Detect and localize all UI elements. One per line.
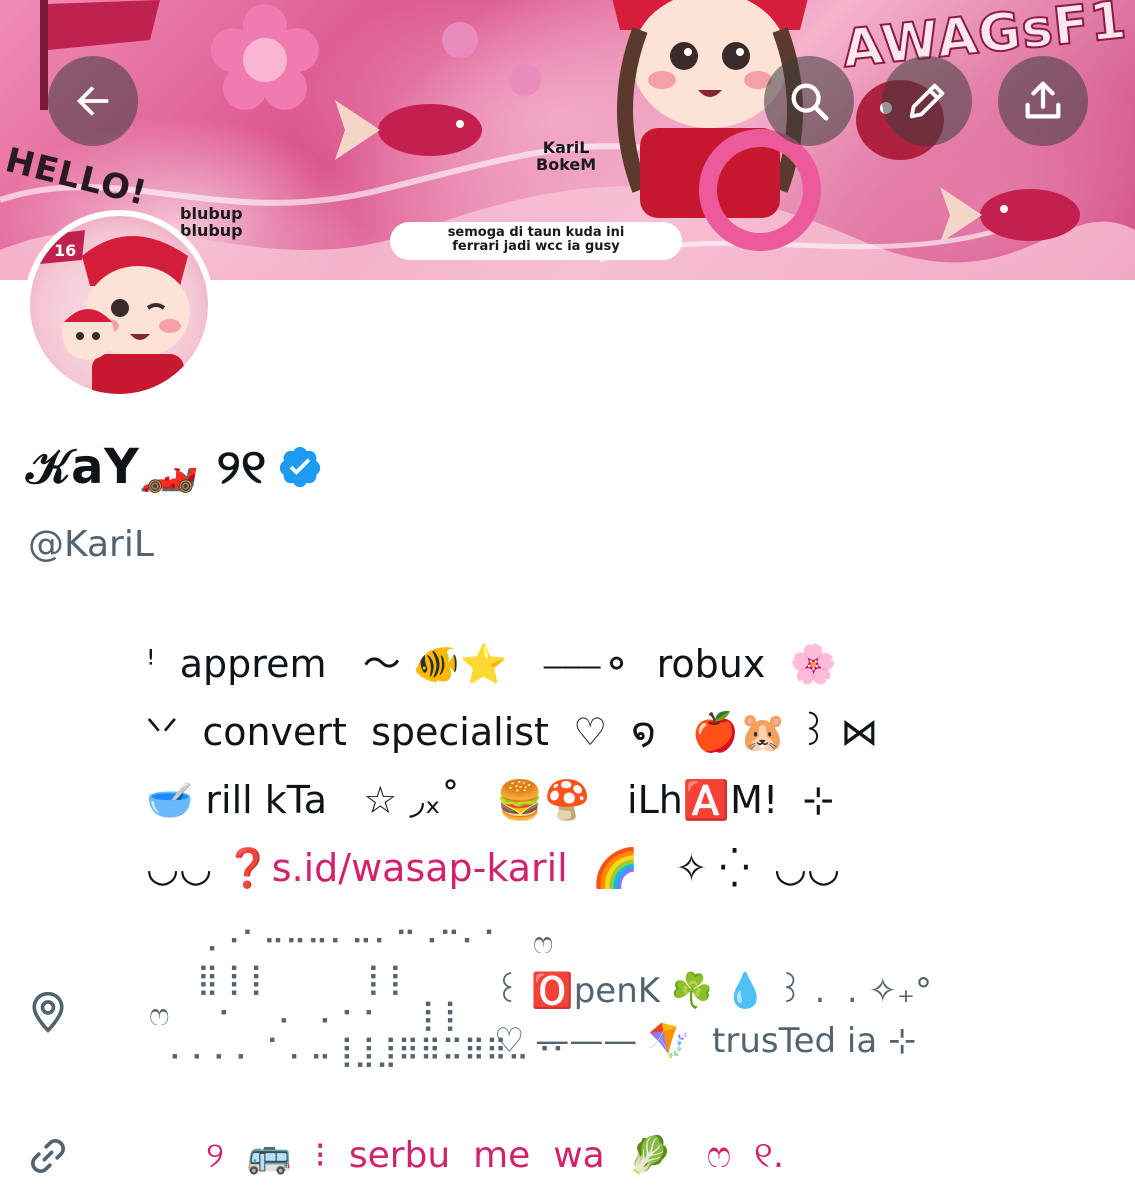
edit-button[interactable] [882, 56, 972, 146]
display-name: 𝒦aY🏎️ ୨୧ [26, 439, 267, 495]
search-button[interactable] [764, 56, 854, 146]
search-icon [791, 83, 829, 121]
bio-line: ꜝ apprem 〜 🐠⭐ ⎯⎯⎯⚬ robux 🌸 [146, 642, 837, 686]
location-line: ♡ ——— 🪁 trusTed ia ⊹ [494, 1021, 917, 1061]
pencil-icon [909, 83, 945, 119]
bio-link[interactable]: s.id/wasap-karil [272, 846, 568, 890]
profile-bio: ꜝ apprem 〜 🐠⭐ ⎯⎯⎯⚬ robux 🌸 ᐠᐟ convert sp… [146, 630, 946, 902]
avatar[interactable]: 16 [24, 210, 214, 400]
link-icon [31, 1139, 65, 1173]
location-art: ⠠⠐⠁⠒⠒⠒⠂⠒⠂⠉⠐⠉⠂⠁ ෆ ⣿⢸⢸ ⢸⢸ ෆ ⠂ ⠄ ⠄⠂⠂ ⢸⢸ ⠄⠄⠄… [149, 926, 574, 1069]
profile-website-link[interactable]: ୨ 🚌 ⁝ serbu me wa 🥬 ෆ ୧. [206, 1134, 784, 1177]
avatar-image: 16 [30, 216, 208, 394]
location-line: ꒰ 🅾️penK ☘️ 💧 ꒱ . . ✧₊° [494, 971, 932, 1011]
share-button[interactable] [998, 56, 1088, 146]
banner-bubble-text: blubup blubup [180, 204, 243, 240]
username-handle: @KariL [28, 524, 154, 565]
display-name-row: 𝒦aY🏎️ ୨୧ [26, 438, 323, 496]
bio-line: ᐠᐟ convert specialist ♡ ໑ 🍎🐹 ꒱ ⋈ [146, 710, 879, 754]
bio-line-prefix: ◡◡ ❓ [146, 846, 272, 890]
avatar-badge-text: 16 [54, 241, 76, 260]
avatar-illustration: 16 [40, 230, 190, 394]
location-pin-icon [32, 991, 64, 1033]
bio-line-suffix: 🌈 ✧ ⁛ ◡◡ [567, 846, 841, 890]
upload-icon [1025, 81, 1061, 119]
banner-caption: semoga di taun kuda ini ferrari jadi wcc… [390, 222, 682, 260]
banner-character-caption: KariL BokeM [536, 138, 597, 174]
back-button[interactable] [48, 56, 138, 146]
bio-line: ◡◡ ❓s.id/wasap-karil 🌈 ✧ ⁛ ◡◡ [146, 834, 946, 902]
arrow-left-icon [76, 86, 109, 116]
bio-line: 🥣 rill kTa ☆ ◞ₓ˚ 🍔🍄 iLh🅰️M! ⊹ [146, 778, 835, 822]
verified-badge-icon[interactable] [277, 444, 323, 490]
location-text: ꒰ 🅾️penK ☘️ 💧 ꒱ . . ✧₊° ♡ ——— 🪁 trusTed … [494, 966, 954, 1066]
